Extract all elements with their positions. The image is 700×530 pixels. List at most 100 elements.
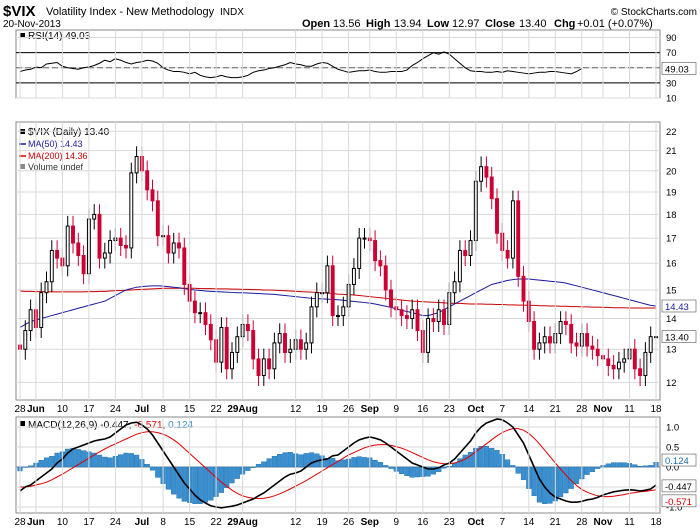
ma200-legend-label: MA(200) 14.36 <box>28 151 88 161</box>
price-tick-label: 21 <box>666 146 677 157</box>
rsi-tick-label: 90 <box>666 33 677 44</box>
candle-up <box>457 249 462 283</box>
candle-down <box>177 242 181 249</box>
candle-up <box>558 320 563 335</box>
candle-down <box>145 170 150 191</box>
candle-down <box>442 309 446 325</box>
candle-up <box>198 312 203 315</box>
macd-x-label: 11 <box>624 517 635 528</box>
close-value: 13.40 <box>519 18 547 30</box>
candle-up <box>410 309 415 320</box>
macd-histogram-bar <box>49 456 55 468</box>
close-value-tag: 13.40 <box>665 333 689 344</box>
macd-histogram-bar <box>621 462 627 468</box>
price-x-label: 29Aug <box>227 404 258 415</box>
price-x-label: 28 <box>14 404 26 415</box>
candle-up <box>309 306 314 344</box>
price-legend: $VIX (Daily) 13.40 MA(50) 14.43 MA(200) … <box>19 127 110 172</box>
candle-up <box>129 172 134 249</box>
price-tick-label: 20 <box>666 166 677 177</box>
macd-histogram-bar <box>149 466 156 471</box>
price-x-label: 21 <box>550 404 562 415</box>
price-x-label: Sep <box>361 404 379 415</box>
candle-down <box>585 333 590 347</box>
open-value: 13.56 <box>333 18 361 30</box>
price-x-label: 19 <box>317 404 329 415</box>
candle-down <box>611 364 616 370</box>
candle-up <box>171 242 176 254</box>
candle-up <box>28 309 33 332</box>
price-tick-label: 13 <box>666 345 677 356</box>
macd-histogram-bar <box>266 458 272 468</box>
candle-down <box>245 323 250 332</box>
high-label: High <box>366 18 391 30</box>
candle-down <box>55 249 60 259</box>
candle-up <box>479 166 484 182</box>
macd-histogram-bar <box>107 457 113 468</box>
macd-histogram-bar <box>229 466 235 484</box>
macd-histogram-bar <box>192 466 198 504</box>
macd-histogram-bar <box>351 457 357 468</box>
candle-up <box>452 281 457 294</box>
rsi-legend: RSI(14) 49.03 <box>20 31 91 42</box>
candle-up <box>134 156 139 174</box>
rsi-tick-label: 30 <box>666 78 677 89</box>
price-x-label: 16 <box>417 404 429 415</box>
macd-histogram-bar <box>515 466 521 474</box>
macd-histogram-bar <box>642 465 648 468</box>
price-x-label: 11 <box>624 404 635 415</box>
macd-histogram-bar <box>505 459 511 468</box>
price-x-label: 24 <box>110 404 122 415</box>
macd-x-label: 29Aug <box>227 517 258 528</box>
candle-up <box>648 336 653 353</box>
candle-down <box>516 200 521 277</box>
rsi-tick-label: 70 <box>666 48 677 59</box>
macd-histogram-bar <box>605 463 611 468</box>
candle-up <box>219 326 224 363</box>
price-tick-label: 12 <box>666 378 677 389</box>
candle-down <box>373 240 378 262</box>
candle-down <box>203 312 208 325</box>
price-tick-label: 19 <box>666 188 677 199</box>
price-x-label: 26 <box>343 404 355 415</box>
price-x-label: 14 <box>523 404 535 415</box>
candle-down <box>330 265 335 317</box>
macd-histogram-bar <box>234 466 240 479</box>
macd-histogram-bar <box>637 466 643 468</box>
price-tick-label: 16 <box>666 259 677 270</box>
candlesticks <box>18 146 658 387</box>
macd-tick-label: 1.0 <box>666 423 679 434</box>
price-x-label: 7 <box>500 404 506 415</box>
macd-histogram-bar <box>399 466 405 475</box>
price-x-label: 17 <box>83 404 95 415</box>
candle-down <box>638 368 643 377</box>
macd-histogram-bar <box>245 466 251 471</box>
macd-histogram-bar <box>616 462 622 468</box>
low-value: 12.97 <box>452 18 480 30</box>
macd-x-label: 18 <box>650 517 662 528</box>
price-tick-label: 14 <box>666 314 677 325</box>
macd-histogram-bar <box>171 466 177 495</box>
change-label: Chg <box>554 18 575 30</box>
candle-down <box>521 275 526 302</box>
macd-x-label: Jul <box>135 517 150 528</box>
candle-up <box>288 348 293 353</box>
macd-histogram-bar <box>43 457 50 468</box>
candle-down <box>224 326 229 370</box>
macd-histogram-bar <box>489 448 495 468</box>
macd-histogram-bar <box>81 450 87 468</box>
macd-histogram-bar <box>218 466 224 493</box>
macd-histogram-bar <box>22 466 28 468</box>
macd-histogram-bar <box>404 466 410 477</box>
macd-tick-label: 0.5 <box>666 443 679 454</box>
high-value: 13.94 <box>394 18 422 30</box>
stock-chart: $VIX Volatility Index - New Methodology … <box>3 3 697 528</box>
candle-down <box>378 260 383 267</box>
macd-x-label: 23 <box>444 517 456 528</box>
macd-histogram-bar <box>595 466 601 469</box>
candle-down <box>590 345 595 350</box>
candle-down <box>389 289 393 308</box>
close-label: Close <box>485 18 515 30</box>
candle-down <box>415 309 420 332</box>
macd-histogram-bar <box>483 446 489 468</box>
